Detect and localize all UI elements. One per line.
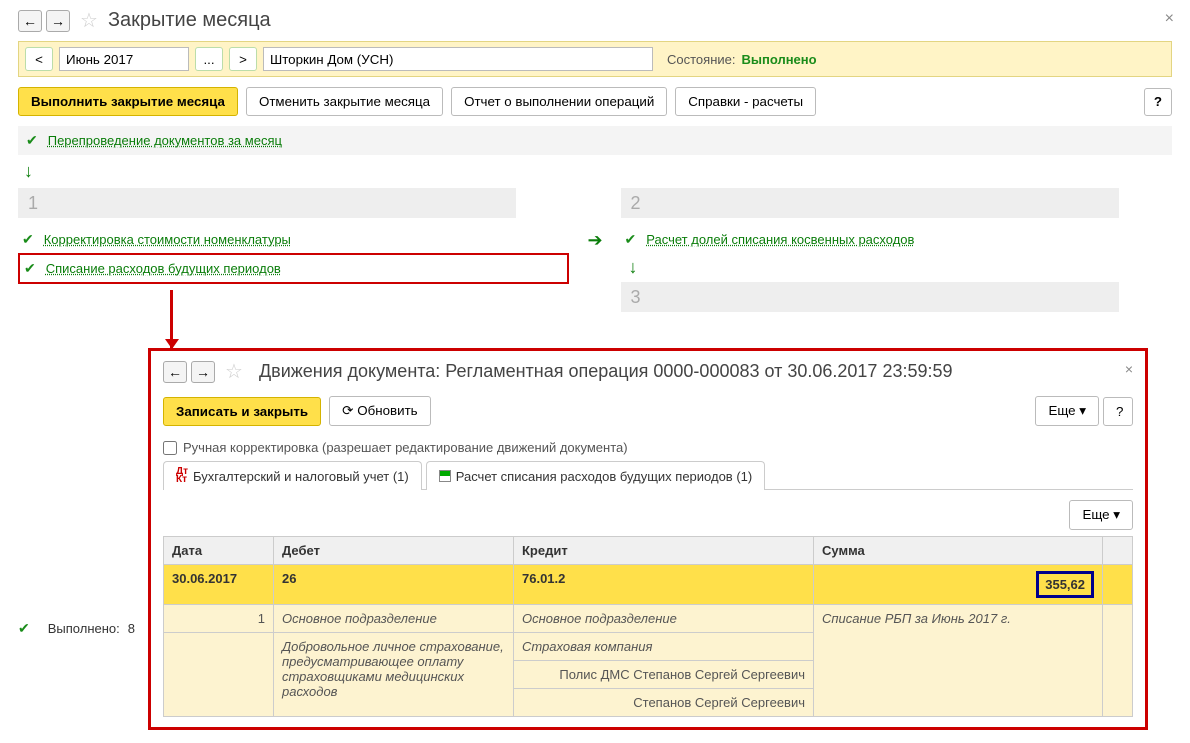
step-1-header: 1 bbox=[18, 188, 516, 218]
star-icon[interactable]: ☆ bbox=[80, 8, 98, 33]
check-icon: ✔ bbox=[26, 132, 38, 149]
state-label: Состояние: bbox=[667, 52, 735, 67]
modal-help-button[interactable]: ? bbox=[1103, 397, 1133, 426]
modal-forward-button[interactable]: → bbox=[191, 361, 215, 383]
check-icon: ✔ bbox=[22, 231, 34, 248]
cancel-button[interactable]: Отменить закрытие месяца bbox=[246, 87, 443, 116]
arrow-down-icon: ↓ bbox=[24, 161, 1166, 182]
task-rbp-writeoff[interactable]: Списание расходов будущих периодов bbox=[46, 261, 281, 276]
org-select[interactable] bbox=[263, 47, 653, 71]
period-input[interactable] bbox=[59, 47, 189, 71]
modal-back-button[interactable]: ← bbox=[163, 361, 187, 383]
arrow-right-icon: ➔ bbox=[587, 230, 602, 251]
page-title: Закрытие месяца bbox=[108, 9, 271, 32]
refresh-icon: ⟳ bbox=[342, 403, 353, 418]
arrow-down-icon: ↓ bbox=[621, 253, 1172, 282]
check-icon: ✔ bbox=[24, 260, 36, 277]
period-picker-button[interactable]: ... bbox=[195, 47, 223, 71]
task-cost-correction[interactable]: Корректировка стоимости номенклатуры bbox=[44, 232, 291, 247]
dk-icon: ДтКт bbox=[176, 468, 188, 484]
tab-rbp-calc[interactable]: Расчет списания расходов будущих периодо… bbox=[426, 461, 766, 490]
manual-correction-label: Ручная корректировка (разрешает редактир… bbox=[183, 440, 628, 455]
help-button[interactable]: ? bbox=[1144, 88, 1172, 116]
star-icon[interactable]: ☆ bbox=[225, 359, 243, 384]
grid-icon bbox=[439, 470, 451, 482]
table-more-button[interactable]: Еще ▾ bbox=[1069, 500, 1133, 530]
state-value: Выполнено bbox=[741, 52, 816, 67]
col-credit: Кредит bbox=[514, 537, 814, 565]
step-2-header: 2 bbox=[621, 188, 1119, 218]
movements-table: Дата Дебет Кредит Сумма 30.06.2017 26 76… bbox=[163, 536, 1133, 717]
step-3-header: 3 bbox=[621, 282, 1119, 312]
tab-accounting[interactable]: ДтКт Бухгалтерский и налоговый учет (1) bbox=[163, 461, 422, 490]
manual-correction-checkbox[interactable] bbox=[163, 441, 177, 455]
modal-close-icon[interactable]: × bbox=[1125, 361, 1133, 377]
more-button[interactable]: Еще ▾ bbox=[1035, 396, 1099, 426]
prev-period-button[interactable]: < bbox=[25, 47, 53, 71]
report-button[interactable]: Отчет о выполнении операций bbox=[451, 87, 667, 116]
col-date: Дата bbox=[164, 537, 274, 565]
next-period-button[interactable]: > bbox=[229, 47, 257, 71]
document-movements-dialog: ← → ☆ Движения документа: Регламентная о… bbox=[148, 348, 1148, 730]
forward-button[interactable]: → bbox=[46, 10, 70, 32]
footer-label: Выполнено: bbox=[48, 621, 120, 636]
execute-button[interactable]: Выполнить закрытие месяца bbox=[18, 87, 238, 116]
refresh-button[interactable]: ⟳Обновить bbox=[329, 396, 431, 426]
footer-count: 8 bbox=[128, 621, 135, 636]
close-icon[interactable]: × bbox=[1165, 10, 1174, 28]
refs-button[interactable]: Справки - расчеты bbox=[675, 87, 816, 116]
back-button[interactable]: ← bbox=[18, 10, 42, 32]
col-debit: Дебет bbox=[274, 537, 514, 565]
sum-highlight: 355,62 bbox=[1036, 571, 1094, 598]
check-icon: ✔ bbox=[18, 620, 30, 637]
callout-arrow bbox=[170, 290, 173, 348]
check-icon: ✔ bbox=[625, 231, 637, 248]
col-sum: Сумма bbox=[814, 537, 1103, 565]
table-row[interactable]: 1 Основное подразделение Основное подраз… bbox=[164, 605, 1133, 633]
task-indirect-costs[interactable]: Расчет долей списания косвенных расходов bbox=[646, 232, 914, 247]
stage-repost-link[interactable]: Перепроведение документов за месяц bbox=[48, 133, 282, 148]
modal-title: Движения документа: Регламентная операци… bbox=[259, 361, 953, 382]
table-row[interactable]: 30.06.2017 26 76.01.2 355,62 bbox=[164, 565, 1133, 605]
save-close-button[interactable]: Записать и закрыть bbox=[163, 397, 321, 426]
